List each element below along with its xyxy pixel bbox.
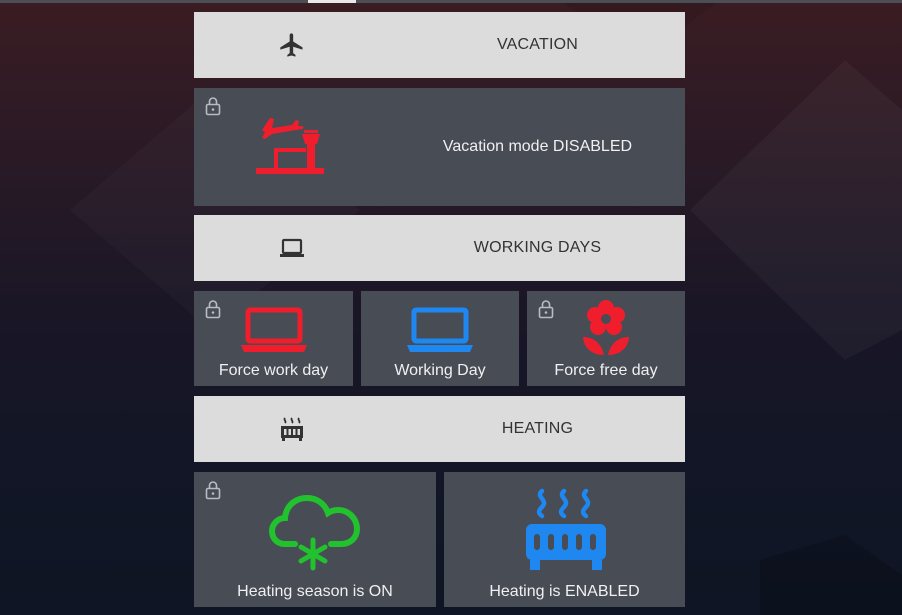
heating-header[interactable]: HEATING [194, 396, 685, 462]
working-day-label: Working Day [394, 362, 486, 379]
force-work-day-tile[interactable]: Force work day [194, 291, 353, 386]
snow-cloud-icon [268, 486, 363, 581]
working-days-header[interactable]: WORKING DAYS [194, 215, 685, 281]
force-free-day-tile[interactable]: Force free day [527, 291, 685, 386]
radiator-icon [278, 415, 306, 443]
vacation-mode-status: Vacation mode DISABLED [442, 138, 633, 155]
heating-season-tile[interactable]: Heating season is ON [194, 472, 436, 607]
lock-icon [204, 299, 222, 319]
airport-departure-icon [256, 112, 328, 187]
top-tab-bar [0, 0, 902, 3]
airplane-icon [278, 31, 306, 59]
flower-icon [581, 299, 631, 362]
heating-header-label: HEATING [501, 420, 574, 437]
vacation-header-label: VACATION [496, 36, 578, 53]
laptop-icon [241, 307, 307, 358]
force-work-day-label: Force work day [218, 362, 329, 379]
heating-season-label: Heating season is ON [237, 583, 393, 600]
heating-enabled-label: Heating is ENABLED [489, 583, 640, 600]
heating-enabled-tile[interactable]: Heating is ENABLED [444, 472, 685, 607]
working-days-header-label: WORKING DAYS [473, 239, 602, 256]
laptop-icon [278, 234, 306, 262]
active-tab-indicator[interactable] [308, 0, 356, 3]
lock-icon [204, 96, 222, 116]
lock-icon [537, 299, 555, 319]
working-day-tile[interactable]: Working Day [361, 291, 519, 386]
radiator-icon [524, 488, 608, 577]
force-free-day-label: Force free day [554, 362, 658, 379]
dashboard: { "sections": { "vacation": { "header_la… [0, 0, 902, 615]
vacation-header[interactable]: VACATION [194, 12, 685, 78]
lock-icon [204, 480, 222, 500]
laptop-icon [407, 307, 473, 358]
vacation-mode-tile[interactable]: Vacation mode DISABLED [194, 88, 685, 206]
